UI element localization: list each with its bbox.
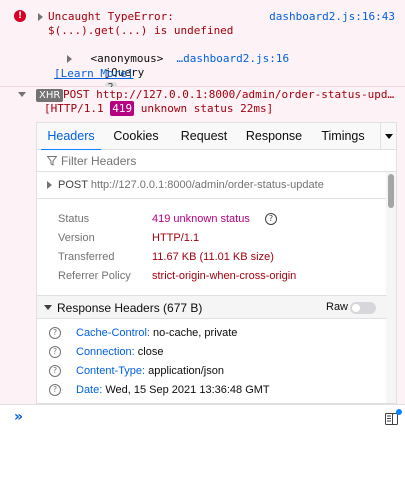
xhr-method: POST [63, 88, 90, 101]
toggle-knob [352, 304, 360, 312]
xhr-status-line: [HTTP/1.1 419 unknown status 22ms] [44, 101, 273, 116]
details-tabbar: Headers Cookies Request Response Timings [37, 123, 396, 151]
filter-icon [47, 156, 57, 166]
header-name: Date: [76, 384, 103, 396]
filter-bar [37, 150, 396, 172]
console-error-message: ! Uncaught TypeError: $(...).get(...) is… [0, 0, 405, 94]
help-icon[interactable]: ? [49, 327, 61, 339]
summary-value-version: HTTP/1.1 [152, 232, 200, 244]
sidebar-toggle-icon[interactable] [385, 413, 398, 425]
help-icon[interactable]: ? [49, 346, 61, 358]
header-name: Content-Type: [76, 365, 146, 377]
header-row: Content-Type: application/json [76, 364, 224, 378]
header-value: Wed, 15 Sep 2021 13:36:48 GMT [105, 384, 270, 396]
tab-response[interactable]: Response [242, 123, 306, 150]
network-details-panel: Headers Cookies Request Response Timings… [36, 122, 397, 404]
header-value: no-cache, private [153, 327, 238, 339]
summary-value-referrer-policy: strict-origin-when-cross-origin [152, 270, 297, 282]
xhr-summary[interactable]: POST http://127.0.0.1:8000/admin/order-s… [63, 87, 397, 102]
summary-label-referrer-policy: Referrer Policy [58, 270, 131, 282]
filter-headers-input[interactable] [61, 153, 381, 169]
summary-value-transferred: 11.67 KB (11.01 KB size) [152, 251, 274, 263]
status-code-badge: 419 [110, 101, 135, 116]
xhr-message: XHR POST http://127.0.0.1:8000/admin/ord… [0, 87, 405, 404]
xhr-protocol: [HTTP/1.1 [44, 102, 104, 115]
error-icon: ! [14, 10, 26, 22]
raw-toggle[interactable] [350, 302, 376, 314]
stack-frame-location[interactable]: …dashboard2.js:16 [150, 38, 290, 80]
collapse-section-arrow-icon[interactable] [44, 305, 52, 310]
error-title: Uncaught TypeError: [48, 10, 174, 23]
header-row: Cache-Control: no-cache, private [76, 326, 237, 340]
header-name: Cache-Control: [76, 327, 150, 339]
response-headers-title: Response Headers (677 B) [57, 301, 203, 315]
expand-arrow-icon[interactable] [38, 13, 43, 21]
notification-dot [396, 409, 402, 415]
xhr-status-text: unknown status 22ms] [140, 102, 274, 115]
chevron-down-icon [385, 134, 393, 139]
headers-content: POST http://127.0.0.1:8000/admin/order-s… [37, 172, 396, 403]
request-line[interactable]: POST http://127.0.0.1:8000/admin/order-s… [58, 178, 324, 192]
header-value: application/json [148, 365, 224, 377]
tab-headers[interactable]: Headers [41, 123, 101, 151]
tab-cookies[interactable]: Cookies [107, 123, 165, 150]
help-icon[interactable]: ? [49, 384, 61, 396]
request-method: POST [58, 179, 88, 191]
help-icon[interactable]: ? [265, 213, 277, 225]
tabs-overflow-button[interactable] [380, 123, 396, 150]
request-url: http://127.0.0.1:8000/admin/order-status… [90, 179, 324, 191]
console-prompt-icon: » [14, 409, 24, 425]
response-headers-section[interactable]: Response Headers (677 B) Raw [37, 295, 386, 319]
error-source-link[interactable]: dashboard2.js:16:43 [269, 10, 395, 24]
header-row: Connection: close [76, 345, 163, 359]
raw-toggle-label: Raw [326, 301, 349, 313]
header-row: Date: Wed, 15 Sep 2021 13:36:48 GMT [76, 383, 270, 397]
summary-label-version: Version [58, 232, 95, 244]
tab-timings[interactable]: Timings [315, 123, 371, 150]
scrollbar-thumb[interactable] [388, 174, 394, 208]
header-value: close [137, 346, 164, 358]
vertical-scrollbar[interactable] [386, 172, 396, 403]
error-detail: $(...).get(...) is undefined [48, 24, 234, 37]
learn-more-link[interactable]: [Learn More] [54, 67, 133, 81]
tab-request[interactable]: Request [174, 123, 234, 150]
header-name: Connection: [76, 346, 135, 358]
expand-request-arrow-icon[interactable] [47, 181, 52, 189]
summary-value-status: 419 unknown status [152, 213, 250, 225]
summary-label-status: Status [58, 213, 90, 225]
expand-stack-arrow-icon[interactable] [67, 55, 72, 63]
summary-label-transferred: Transferred [58, 251, 115, 263]
console-input-area[interactable]: » [0, 404, 405, 496]
xhr-url[interactable]: http://127.0.0.1:8000/admin/order-status… [96, 88, 394, 101]
collapse-arrow-icon[interactable] [18, 92, 26, 97]
help-icon[interactable]: ? [49, 365, 61, 377]
